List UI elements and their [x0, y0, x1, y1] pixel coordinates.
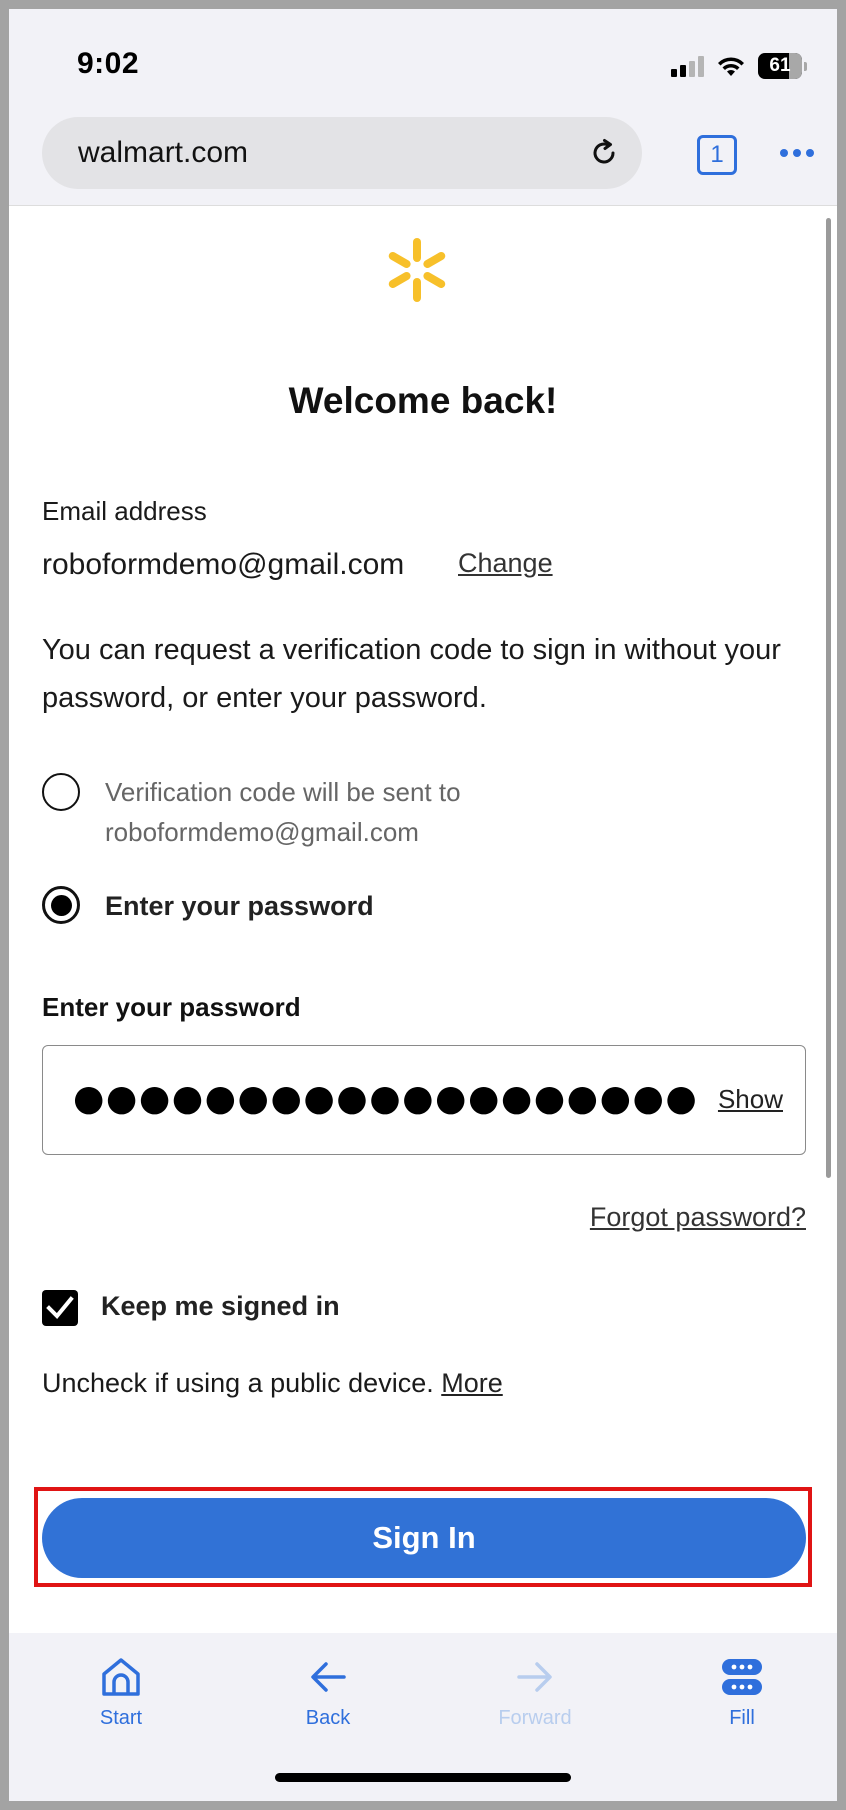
- public-device-text: Uncheck if using a public device.: [42, 1368, 434, 1398]
- email-label: Email address: [42, 496, 207, 526]
- phone-screen: 9:02 61 walmart.com 1 Welcome back! Emai…: [9, 9, 837, 1801]
- status-icons: 61: [671, 53, 807, 79]
- url-text: walmart.com: [78, 136, 249, 169]
- show-password-button[interactable]: Show: [718, 1084, 783, 1115]
- keep-signed-in-label[interactable]: Keep me signed in: [101, 1291, 340, 1322]
- forgot-password-link[interactable]: Forgot password?: [590, 1202, 806, 1233]
- public-device-note: Uncheck if using a public device. More: [42, 1368, 503, 1399]
- password-radio-label[interactable]: Enter your password: [105, 886, 374, 926]
- sign-in-button[interactable]: Sign In: [42, 1498, 806, 1578]
- password-radio[interactable]: [42, 886, 80, 924]
- back-button[interactable]: Back: [258, 1655, 398, 1730]
- web-page: Welcome back! Email address roboformdemo…: [9, 205, 837, 1633]
- back-label: Back: [305, 1707, 351, 1729]
- scrollbar[interactable]: [826, 218, 831, 1178]
- verification-code-line2: roboformdemo@gmail.com: [105, 817, 419, 847]
- forward-label: Forward: [498, 1707, 572, 1729]
- checkmark-icon: [46, 1296, 74, 1319]
- password-field-label: Enter your password: [42, 992, 301, 1022]
- arrow-right-icon: [517, 1662, 552, 1692]
- signin-info-text: You can request a verification code to s…: [42, 634, 781, 714]
- change-email-link[interactable]: Change: [458, 548, 553, 579]
- start-button[interactable]: Start: [51, 1655, 191, 1730]
- home-indicator[interactable]: [275, 1773, 571, 1782]
- keep-signed-in-checkbox[interactable]: [42, 1290, 78, 1326]
- more-info-link[interactable]: More: [441, 1368, 503, 1398]
- walmart-spark-logo: [388, 238, 446, 302]
- forward-button[interactable]: Forward: [465, 1655, 605, 1730]
- password-input[interactable]: ●●●●●●●●●●●●●●●●●●● Show: [42, 1045, 806, 1155]
- fill-icon: [722, 1659, 762, 1695]
- verification-code-line1: Verification code will be sent to: [105, 777, 461, 807]
- reload-icon[interactable]: [588, 137, 620, 169]
- address-bar[interactable]: walmart.com: [42, 117, 642, 189]
- fill-label: Fill: [729, 1707, 755, 1729]
- verification-code-radio[interactable]: [42, 773, 80, 811]
- wifi-icon: [718, 57, 744, 76]
- arrow-left-icon: [311, 1662, 346, 1692]
- tabs-button[interactable]: 1: [697, 135, 737, 175]
- verification-code-label[interactable]: Verification code will be sent to robofo…: [105, 772, 605, 852]
- password-mask: ●●●●●●●●●●●●●●●●●●●: [73, 1078, 699, 1119]
- battery-icon: 61: [758, 53, 807, 79]
- more-options-icon[interactable]: [780, 149, 814, 157]
- home-icon: [102, 1658, 140, 1696]
- fill-button[interactable]: Fill: [672, 1655, 812, 1730]
- start-label: Start: [99, 1707, 143, 1729]
- battery-level: 61: [769, 55, 791, 76]
- page-title: Welcome back!: [288, 380, 558, 421]
- cellular-signal-icon: [671, 55, 704, 77]
- email-value: roboformdemo@gmail.com: [42, 548, 405, 581]
- status-time: 9:02: [77, 47, 140, 80]
